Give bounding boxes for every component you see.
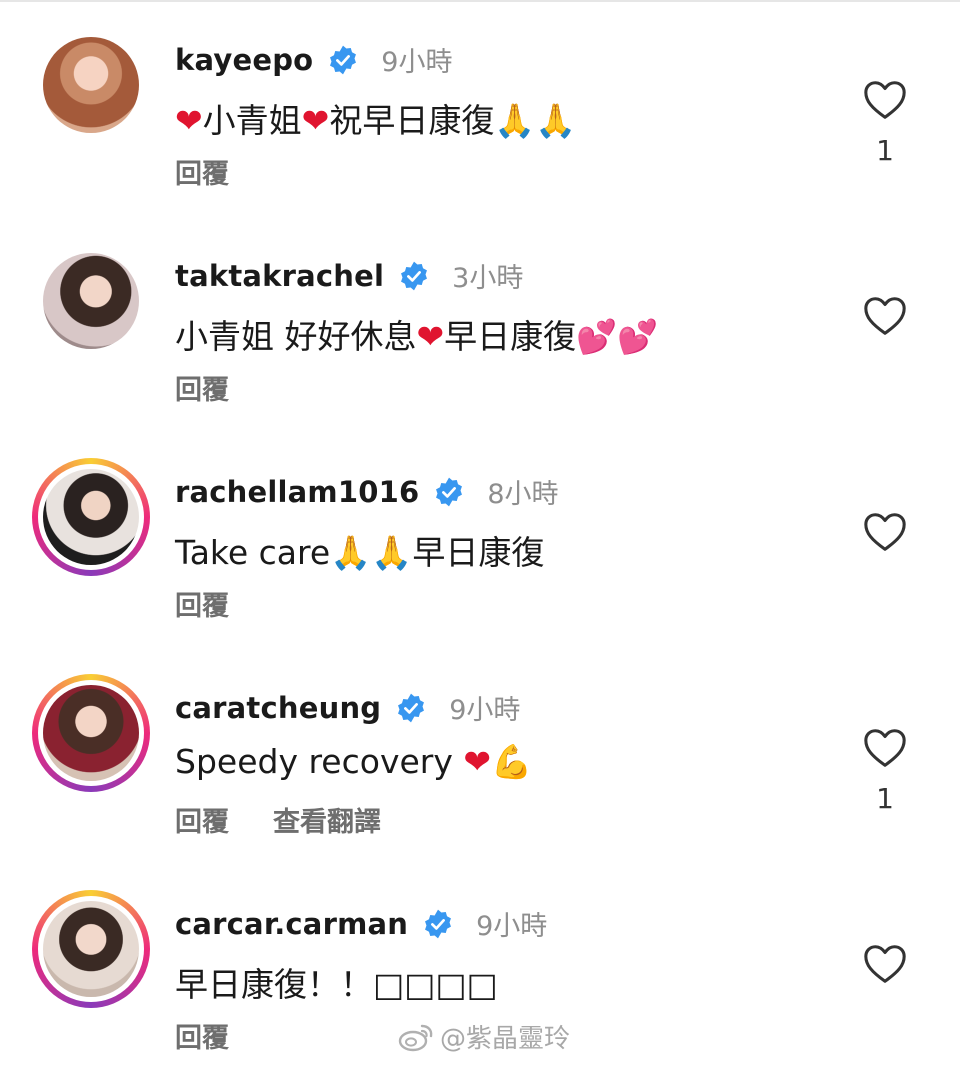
avatar-with-story-ring[interactable]	[32, 674, 150, 792]
timestamp: 9小時	[449, 695, 521, 726]
reply-button[interactable]: 回覆	[175, 1016, 229, 1055]
avatar-image	[43, 253, 139, 349]
timestamp: 9小時	[476, 911, 548, 942]
avatar[interactable]	[32, 242, 150, 360]
verified-badge-icon	[398, 693, 425, 722]
avatar-image	[43, 37, 139, 133]
timestamp: 3小時	[452, 263, 524, 294]
comment-text: Speedy recovery ❤💪	[175, 742, 533, 781]
avatar-image	[43, 901, 139, 997]
watermark: @紫晶靈玲	[398, 1018, 570, 1055]
verified-badge-icon	[425, 909, 452, 938]
username[interactable]: caratcheung	[175, 691, 381, 725]
comment-text: 早日康復！！□□□□	[175, 965, 498, 1004]
username[interactable]: rachellam1016	[175, 475, 419, 509]
avatar-image	[43, 469, 139, 565]
avatar-with-story-ring[interactable]	[32, 458, 150, 576]
heart-like-icon[interactable]	[862, 294, 908, 338]
heart-like-icon[interactable]	[862, 78, 908, 122]
verified-badge-icon	[330, 45, 357, 74]
comment-item: rachellam1016 8小時 Take care🙏🙏早日康復 回覆	[0, 452, 960, 652]
timestamp: 8小時	[487, 479, 559, 510]
weibo-icon	[398, 1024, 433, 1051]
reply-button[interactable]: 回覆	[175, 800, 229, 839]
username[interactable]: taktakrachel	[175, 259, 384, 293]
avatar-image	[43, 685, 139, 781]
heart-like-icon[interactable]	[862, 510, 908, 554]
heart-like-icon[interactable]	[862, 726, 908, 770]
watermark-text: @紫晶靈玲	[440, 1024, 571, 1054]
comment-text: ❤小青姐❤祝早日康復🙏🙏	[175, 101, 577, 140]
username[interactable]: carcar.carman	[175, 907, 408, 941]
comment-text: Take care🙏🙏早日康復	[175, 533, 545, 572]
reply-button[interactable]: 回覆	[175, 368, 229, 407]
comment-text: 小青姐 好好休息❤早日康復💕💕	[175, 317, 659, 356]
timestamp: 9小時	[381, 47, 453, 78]
avatar-with-story-ring[interactable]	[32, 890, 150, 1008]
username[interactable]: kayeepo	[175, 43, 313, 77]
see-translation-button[interactable]: 查看翻譯	[273, 800, 381, 839]
top-divider	[0, 0, 960, 2]
heart-like-icon[interactable]	[862, 942, 908, 986]
verified-badge-icon	[401, 261, 428, 290]
like-count: 1	[876, 782, 894, 815]
comment-item: caratcheung 9小時 Speedy recovery ❤💪 回覆 查看…	[0, 668, 960, 868]
reply-button[interactable]: 回覆	[175, 152, 229, 191]
comment-item: taktakrachel 3小時 小青姐 好好休息❤早日康復💕💕 回覆	[0, 236, 960, 436]
verified-badge-icon	[436, 477, 463, 506]
like-count: 1	[876, 134, 894, 167]
reply-button[interactable]: 回覆	[175, 584, 229, 623]
comment-item: kayeepo 9小時 ❤小青姐❤祝早日康復🙏🙏 回覆 1	[0, 20, 960, 220]
avatar[interactable]	[32, 26, 150, 144]
